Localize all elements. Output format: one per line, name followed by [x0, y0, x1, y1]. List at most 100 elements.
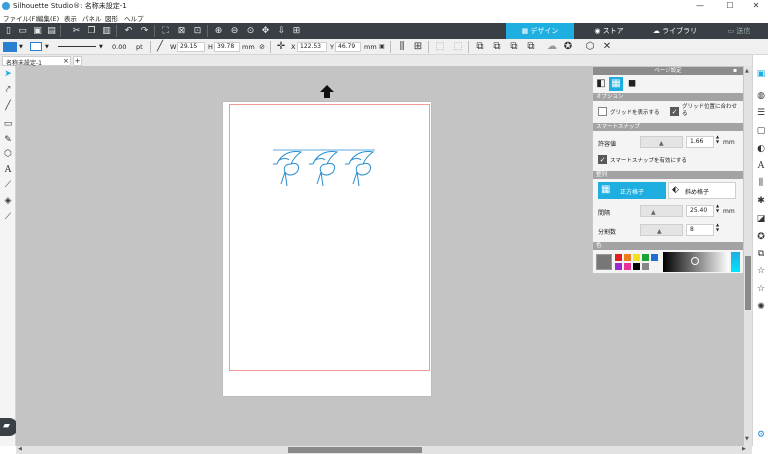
eyedropper-tool-icon[interactable]: ⟋: [2, 211, 14, 223]
text-style-icon[interactable]: A: [755, 160, 767, 172]
send-backward-icon[interactable]: ⧉: [525, 41, 537, 53]
line-style-dropdown-icon[interactable]: ▼: [99, 41, 103, 53]
copy-icon[interactable]: ❐: [86, 25, 97, 37]
color-swatch[interactable]: [651, 254, 658, 261]
favorite-panel-icon[interactable]: ☆: [755, 283, 767, 295]
position-options-icon[interactable]: ▣: [376, 41, 388, 53]
page-setup-icon[interactable]: ▣: [755, 68, 767, 80]
line-draw-icon[interactable]: ╱: [2, 100, 14, 112]
tab-library[interactable]: ☁ ライブラリ: [644, 23, 706, 39]
shadow-icon[interactable]: ◐: [755, 143, 767, 155]
color-swatch[interactable]: [633, 254, 640, 261]
height-input[interactable]: 39.78: [214, 42, 240, 52]
divisions-input[interactable]: 8: [686, 224, 714, 236]
line-style-icon[interactable]: ☰: [755, 107, 767, 119]
send-to-back-icon[interactable]: ⧉: [491, 41, 503, 53]
replicate-icon[interactable]: ⬡: [584, 41, 596, 53]
zoom-select-icon[interactable]: ⊙: [245, 25, 256, 37]
knife-tool-icon[interactable]: ⟋: [2, 179, 14, 191]
color-swatch[interactable]: [624, 254, 631, 261]
close-window-button[interactable]: ✕: [746, 0, 766, 12]
align-icon[interactable]: ⫼: [396, 41, 408, 53]
square-grid-button[interactable]: ▦ 正方格子: [598, 182, 666, 199]
x-position-input[interactable]: 122.53: [297, 42, 327, 52]
zoom-in-icon[interactable]: ⊕: [213, 25, 224, 37]
edit-points-icon[interactable]: ⤤: [2, 84, 14, 96]
gradient-picker-handle[interactable]: [691, 257, 699, 265]
fill-color-icon[interactable]: ◍: [755, 90, 767, 102]
add-page-icon[interactable]: ⊞: [291, 25, 302, 37]
menu-panel[interactable]: パネル: [82, 13, 102, 23]
ungroup-icon[interactable]: ⬚: [452, 41, 464, 53]
slider-thumb-icon[interactable]: ▲: [651, 209, 656, 216]
offset-panel-icon[interactable]: ✪: [755, 231, 767, 243]
fill-dropdown-icon[interactable]: ▼: [19, 41, 23, 53]
text-tool-icon[interactable]: A: [2, 164, 14, 176]
paste-icon[interactable]: ▥: [101, 25, 112, 37]
enable-smart-snap-checkbox[interactable]: ✓: [598, 155, 607, 164]
replicate-panel-icon[interactable]: ✱: [755, 195, 767, 207]
tab-design[interactable]: ▦ デザイン: [506, 23, 574, 39]
tab-send[interactable]: ▭ 送信: [712, 23, 766, 39]
spacing-input[interactable]: 25.40: [686, 205, 714, 217]
offset-star-icon[interactable]: ✪: [562, 41, 574, 53]
bring-forward-icon[interactable]: ⧉: [508, 41, 520, 53]
zoom-out-icon[interactable]: ⊖: [229, 25, 240, 37]
vertical-scroll-thumb[interactable]: [745, 256, 751, 310]
color-swatch[interactable]: [615, 254, 622, 261]
pencil-tool-icon[interactable]: ✎: [2, 134, 14, 146]
minimize-button[interactable]: —: [690, 0, 710, 12]
close-tab-icon[interactable]: ×: [63, 57, 69, 65]
weld-icon[interactable]: ☁: [546, 41, 558, 53]
fill-color-swatch[interactable]: [3, 42, 17, 52]
line-style-preview[interactable]: [58, 46, 96, 47]
polygon-tool-icon[interactable]: ⬡: [2, 148, 14, 160]
width-input[interactable]: 29.15: [177, 42, 205, 52]
scroll-down-icon[interactable]: ▼: [745, 436, 751, 442]
color-swatch[interactable]: [615, 263, 622, 270]
diagonal-grid-button[interactable]: ⬖ 斜め格子: [668, 182, 736, 199]
trace-panel-icon[interactable]: ⧉: [755, 248, 767, 260]
horizontal-scrollbar[interactable]: ◀ ▶: [16, 446, 752, 454]
delete-icon[interactable]: ✕: [601, 41, 613, 53]
select-tool-icon[interactable]: ➤: [2, 68, 14, 80]
tolerance-stepper[interactable]: ▲ ▼: [716, 134, 719, 144]
star-panel-icon[interactable]: ☆: [755, 265, 767, 277]
menu-edit[interactable]: 編集(E): [37, 13, 59, 23]
spacing-slider[interactable]: ▲: [640, 205, 683, 217]
pan-icon[interactable]: ✥: [260, 25, 271, 37]
new-tab-button[interactable]: +: [73, 56, 82, 66]
tolerance-slider[interactable]: ▲: [640, 136, 683, 148]
color-swatch[interactable]: [642, 263, 649, 270]
align-panel-icon[interactable]: ⫼: [755, 177, 767, 189]
move-icon[interactable]: ✛: [275, 41, 287, 53]
slider-thumb-icon[interactable]: ▲: [659, 140, 664, 147]
divisions-slider[interactable]: ▲: [640, 224, 683, 236]
page-settings-tab-icon[interactable]: ◧: [595, 77, 607, 90]
divisions-stepper[interactable]: ▲ ▼: [716, 222, 719, 232]
horizontal-scroll-thumb[interactable]: [288, 447, 422, 453]
hue-slider[interactable]: [731, 252, 740, 272]
save-icon[interactable]: ▣: [32, 25, 43, 37]
settings-gear-icon[interactable]: ⚙: [755, 429, 767, 441]
scroll-right-icon[interactable]: ▶: [742, 446, 746, 452]
slider-thumb-icon[interactable]: ▲: [657, 228, 662, 235]
maximize-button[interactable]: ☐: [720, 0, 740, 12]
deselect-icon[interactable]: ⊠: [176, 25, 187, 37]
fit-page-icon[interactable]: ⇩: [276, 25, 287, 37]
select-all-icon[interactable]: ⛶: [160, 25, 171, 37]
tolerance-input[interactable]: 1.66: [686, 136, 714, 148]
open-folder-icon[interactable]: ▭: [17, 25, 28, 37]
redo-icon[interactable]: ↷: [139, 25, 150, 37]
center-icon[interactable]: ⊞: [412, 41, 424, 53]
color-swatch[interactable]: [624, 263, 631, 270]
line-color-swatch[interactable]: [30, 42, 42, 51]
hummingbird-design-group[interactable]: [271, 146, 376, 190]
y-position-input[interactable]: 46.79: [335, 42, 361, 52]
menu-shape[interactable]: 図形: [105, 13, 118, 23]
modify-panel-icon[interactable]: ◪: [755, 213, 767, 225]
menu-view[interactable]: 表示: [64, 13, 77, 23]
snap-to-grid-checkbox[interactable]: ✓: [670, 107, 679, 116]
undo-icon[interactable]: ↶: [123, 25, 134, 37]
transform-icon[interactable]: ▢: [755, 125, 767, 137]
